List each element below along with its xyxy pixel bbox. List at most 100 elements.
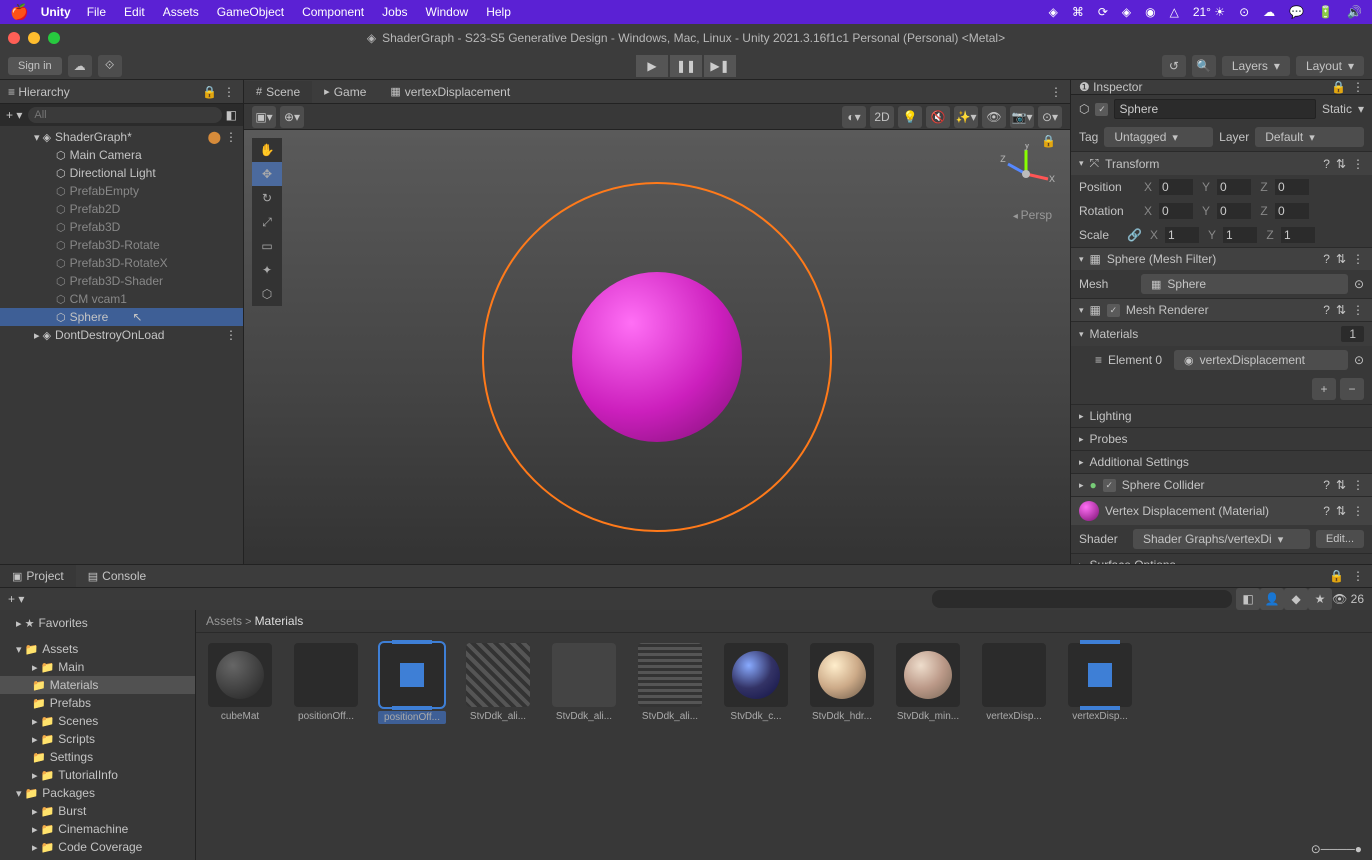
sphere-object[interactable] <box>572 272 742 442</box>
help-icon[interactable]: ? <box>1323 478 1330 492</box>
renderer-enabled[interactable]: ✓ <box>1107 304 1120 317</box>
menu-icon[interactable]: ⋮ <box>1352 252 1364 266</box>
hierarchy-item-light[interactable]: ⬡ Directional Light <box>0 164 243 182</box>
help-icon[interactable]: ? <box>1323 504 1330 518</box>
mesh-filter-header[interactable]: ▾▦ Sphere (Mesh Filter) ?⇅⋮ <box>1071 247 1372 270</box>
fx-toggle[interactable]: ✨▾ <box>954 106 978 128</box>
scale-tool[interactable]: ⤢ <box>252 210 282 234</box>
lock-icon[interactable]: 🔒 <box>1331 80 1346 94</box>
tab-scene[interactable]: # Scene <box>244 81 312 103</box>
lock-icon[interactable]: 🔒 <box>202 85 217 99</box>
status-icon[interactable]: 💬 <box>1289 5 1304 19</box>
minimize-window-button[interactable] <box>28 32 40 44</box>
asset-item[interactable]: StvDdk_ali... <box>464 643 532 724</box>
folder-materials[interactable]: 📁 Materials <box>0 676 195 694</box>
hand-tool[interactable]: ✋ <box>252 138 282 162</box>
project-search-input[interactable] <box>932 590 1232 608</box>
menu-file[interactable]: File <box>87 5 106 19</box>
favorite-icon[interactable]: ★ <box>1308 588 1332 610</box>
probes-header[interactable]: ▸Probes <box>1071 427 1372 450</box>
camera-icon[interactable]: 📷▾ <box>1010 106 1034 128</box>
search-options-icon[interactable]: ◧ <box>226 108 237 122</box>
pos-y-input[interactable] <box>1217 179 1251 195</box>
folder-scripts[interactable]: ▸ 📁 Scripts <box>0 730 195 748</box>
menu-help[interactable]: Help <box>486 5 511 19</box>
rot-x-input[interactable] <box>1159 203 1193 219</box>
tab-project[interactable]: ▣ Project <box>0 565 76 587</box>
hierarchy-tab[interactable]: ≡ Hierarchy <box>8 85 70 99</box>
hierarchy-item[interactable]: ⬡ Prefab3D-Shader <box>0 272 243 290</box>
shader-dropdown[interactable]: Shader Graphs/vertexDi ▾ <box>1133 529 1310 549</box>
drag-handle-icon[interactable]: ≡ <box>1095 353 1102 367</box>
help-icon[interactable]: ? <box>1323 303 1330 317</box>
hierarchy-item[interactable]: ⬡ CM vcam1 <box>0 290 243 308</box>
2d-toggle[interactable]: 2D <box>870 106 894 128</box>
layers-dropdown[interactable]: Layers ▾ <box>1222 56 1290 76</box>
custom-tool[interactable]: ⬡ <box>252 282 282 306</box>
layout-dropdown[interactable]: Layout ▾ <box>1296 56 1364 76</box>
folder-prefabs[interactable]: 📁 Prefabs <box>0 694 195 712</box>
asset-item[interactable]: vertexDisp... <box>1066 643 1134 724</box>
scale-y-input[interactable] <box>1223 227 1257 243</box>
scene-viewport[interactable]: ✋ ✥ ↻ ⤢ ▭ ✦ ⬡ y x z 🔒 ◂ Persp <box>244 130 1070 564</box>
folder-codecoverage[interactable]: ▸ 📁 Code Coverage <box>0 838 195 856</box>
status-icon[interactable]: ☁ <box>1263 5 1275 19</box>
hierarchy-item-dontdestroy[interactable]: ▸ ◈ DontDestroyOnLoad⋮ <box>0 326 243 344</box>
panel-menu-icon[interactable]: ⋮ <box>1352 569 1364 583</box>
panel-menu-icon[interactable]: ⋮ <box>223 85 235 99</box>
menu-component[interactable]: Component <box>302 5 364 19</box>
menu-icon[interactable]: ⋮ <box>1352 504 1364 518</box>
status-icon[interactable]: △ <box>1170 5 1179 19</box>
folder-settings[interactable]: 📁 Settings <box>0 748 195 766</box>
mesh-renderer-header[interactable]: ▾▦✓ Mesh Renderer ?⇅⋮ <box>1071 298 1372 321</box>
add-material-button[interactable]: + <box>1312 378 1336 400</box>
gizmos-dropdown[interactable]: ⊙▾ <box>1038 106 1062 128</box>
step-button[interactable]: ▶❚ <box>704 55 736 77</box>
tab-vertexdisplacement[interactable]: ▦ vertexDisplacement <box>378 81 522 103</box>
menu-icon[interactable]: ⋮ <box>1352 303 1364 317</box>
folder-main[interactable]: ▸ 📁 Main <box>0 658 195 676</box>
folder-tutorial[interactable]: ▸ 📁 TutorialInfo <box>0 766 195 784</box>
asset-item[interactable]: StvDdk_c... <box>722 643 790 724</box>
volume-icon[interactable]: 🔊 <box>1347 5 1362 19</box>
link-icon[interactable]: 🔗 <box>1127 228 1141 242</box>
mesh-field[interactable]: ▦ Sphere <box>1141 274 1348 294</box>
menu-icon[interactable]: ⋮ <box>1352 478 1364 492</box>
status-icon[interactable]: ◈ <box>1049 5 1058 19</box>
panel-menu-icon[interactable]: ⋮ <box>1050 85 1062 99</box>
asset-item[interactable]: positionOff... <box>292 643 360 724</box>
asset-item[interactable]: StvDdk_min... <box>894 643 962 724</box>
hierarchy-item[interactable]: ⬡ Prefab3D <box>0 218 243 236</box>
pause-button[interactable]: ❚❚ <box>670 55 702 77</box>
menu-jobs[interactable]: Jobs <box>382 5 407 19</box>
hierarchy-item-camera[interactable]: ⬡ Main Camera <box>0 146 243 164</box>
breadcrumb-parent[interactable]: Assets <box>206 614 242 628</box>
folder-scenes[interactable]: ▸ 📁 Scenes <box>0 712 195 730</box>
add-icon[interactable]: + ▾ <box>6 108 22 122</box>
signin-button[interactable]: Sign in <box>8 57 62 75</box>
hierarchy-item[interactable]: ⬡ PrefabEmpty <box>0 182 243 200</box>
temperature[interactable]: 21° ☀ <box>1193 5 1225 19</box>
material-section-header[interactable]: Vertex Displacement (Material) ?⇅⋮ <box>1071 496 1372 525</box>
menu-edit[interactable]: Edit <box>124 5 145 19</box>
status-icon[interactable]: ⊙ <box>1239 5 1249 19</box>
asset-item[interactable]: StvDdk_ali... <box>550 643 618 724</box>
surface-options-header[interactable]: ▸Surface Options <box>1071 553 1372 564</box>
transform-header[interactable]: ▾⤧ Transform ?⇅⋮ <box>1071 151 1372 175</box>
picker-icon[interactable]: ⊙ <box>1354 353 1364 367</box>
toolbar-icon[interactable]: ⟐ <box>98 55 122 77</box>
hierarchy-search-input[interactable] <box>28 107 221 123</box>
layer-dropdown[interactable]: Default ▾ <box>1255 127 1364 147</box>
preset-icon[interactable]: ⇅ <box>1336 157 1346 171</box>
asset-item[interactable]: vertexDisp... <box>980 643 1048 724</box>
item-menu-icon[interactable]: ⋮ <box>225 328 237 342</box>
edit-shader-button[interactable]: Edit... <box>1316 530 1364 548</box>
hierarchy-item-sphere[interactable]: ⬡ Sphere↖ <box>0 308 243 326</box>
rot-z-input[interactable] <box>1275 203 1309 219</box>
scale-x-input[interactable] <box>1165 227 1199 243</box>
rotate-tool[interactable]: ↻ <box>252 186 282 210</box>
draw-mode-icon[interactable]: ◐▾ <box>842 106 866 128</box>
status-icon[interactable]: ⌘ <box>1072 5 1084 19</box>
lock-icon[interactable]: 🔒 <box>1329 569 1344 583</box>
scale-z-input[interactable] <box>1281 227 1315 243</box>
